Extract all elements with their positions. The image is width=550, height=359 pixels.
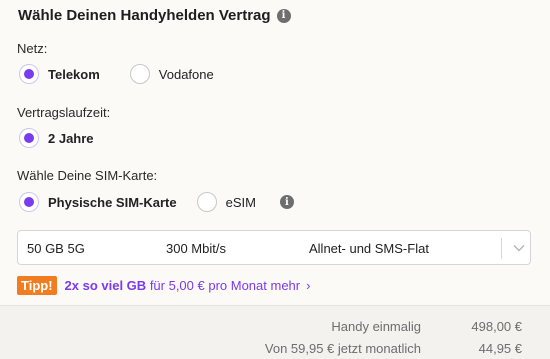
netz-option-telekom[interactable]: Telekom: [19, 64, 100, 84]
netz-option-label: Telekom: [48, 66, 100, 82]
netz-options: Telekom Vodafone: [19, 64, 232, 84]
sim-options: Physische SIM-Karte eSIM i: [19, 192, 294, 212]
laufzeit-option-label: 2 Jahre: [48, 130, 94, 146]
radio-selected-icon[interactable]: [19, 192, 39, 212]
info-icon[interactable]: i: [279, 195, 294, 209]
tipp-badge: Tipp!: [17, 276, 57, 295]
sim-option-label: eSIM: [225, 194, 256, 210]
select-divider: [501, 238, 502, 259]
chevron-right-icon[interactable]: ›: [306, 278, 310, 293]
sim-label: Wähle Deine SIM-Karte:: [17, 168, 158, 183]
tipp-banner[interactable]: Tipp! 2x so viel GB für 5,00 € pro Monat…: [17, 276, 310, 295]
sim-option-physical[interactable]: Physische SIM-Karte: [19, 192, 177, 212]
sim-option-label: Physische SIM-Karte: [48, 194, 177, 210]
tariff-select[interactable]: 50 GB 5G 300 Mbit/s Allnet- und SMS-Flat: [17, 230, 531, 265]
netz-option-label: Vodafone: [158, 66, 214, 82]
laufzeit-options: 2 Jahre: [19, 128, 112, 148]
laufzeit-option-2-jahre[interactable]: 2 Jahre: [19, 128, 94, 148]
netz-option-vodafone[interactable]: Vodafone: [129, 64, 214, 84]
summary-handy-label: Handy einmalig: [331, 319, 421, 334]
summary-handy-value: 498,00 €: [471, 319, 522, 334]
tipp-text[interactable]: 2x so viel GB für 5,00 € pro Monat mehr: [65, 278, 301, 293]
sim-option-esim[interactable]: eSIM: [196, 192, 256, 212]
contract-title: Wähle Deinen Handyhelden Vertrag i: [18, 7, 291, 24]
tariff-speed: 300 Mbit/s: [166, 241, 226, 256]
radio-selected-icon[interactable]: [19, 64, 39, 84]
chevron-down-icon[interactable]: [512, 241, 526, 255]
radio-selected-icon[interactable]: [19, 128, 39, 148]
price-summary: Handy einmalig 498,00 € Von 59,95 € jetz…: [0, 305, 550, 359]
laufzeit-label: Vertragslaufzeit:: [17, 105, 111, 120]
radio-unselected-icon[interactable]: [196, 192, 217, 212]
info-icon[interactable]: i: [276, 8, 291, 23]
radio-unselected-icon[interactable]: [129, 64, 150, 84]
contract-title-text: Wähle Deinen Handyhelden Vertrag: [18, 7, 271, 24]
tipp-highlight: 2x so viel GB: [64, 278, 147, 293]
netz-label: Netz:: [17, 41, 48, 56]
tariff-flat: Allnet- und SMS-Flat: [309, 241, 429, 256]
summary-monthly-label: Von 59,95 € jetzt monatlich: [264, 341, 421, 356]
tipp-description: für 5,00 € pro Monat mehr: [149, 278, 301, 293]
summary-monthly-value: 44,95 €: [478, 341, 522, 356]
tariff-data: 50 GB 5G: [27, 241, 85, 256]
